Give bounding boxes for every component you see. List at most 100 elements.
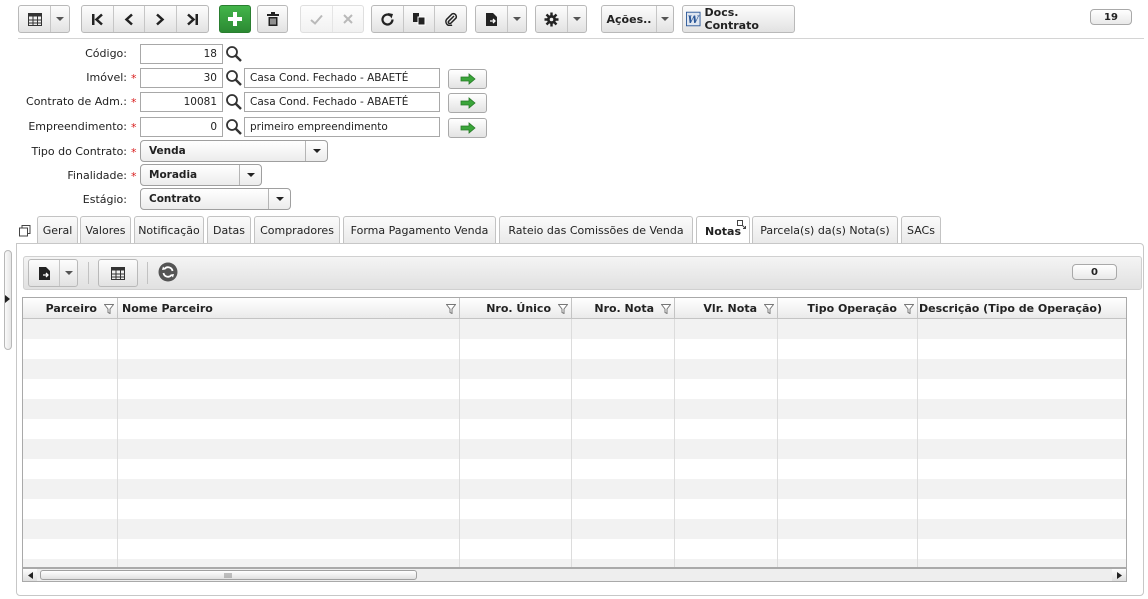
tab-sacs[interactable]: SACs xyxy=(901,216,941,244)
column-header-descricao-tipo-operacao[interactable]: Descrição (Tipo de Operação) xyxy=(918,298,1126,319)
filter-icon[interactable] xyxy=(555,303,571,314)
estagio-value: Contrato xyxy=(149,193,201,205)
finalidade-select[interactable]: Moradia xyxy=(140,164,262,186)
estagio-select[interactable]: Contrato xyxy=(140,188,291,210)
table-row xyxy=(23,399,1126,419)
tab-rateio-comissoes[interactable]: Rateio das Comissões de Venda xyxy=(499,216,693,244)
filter-icon[interactable] xyxy=(761,303,777,314)
table-row xyxy=(23,539,1126,559)
column-label: Vlr. Nota xyxy=(703,302,757,315)
copy-icon xyxy=(413,13,426,26)
imovel-field[interactable]: 30 xyxy=(140,68,223,88)
contrato-adm-field[interactable]: 10081 xyxy=(140,92,223,112)
report-dropdown[interactable] xyxy=(508,6,526,32)
imovel-open-button[interactable] xyxy=(448,69,487,89)
refresh-button[interactable] xyxy=(372,6,404,32)
expand-arrow-icon[interactable] xyxy=(5,295,10,303)
settings-button[interactable] xyxy=(536,6,569,32)
tipo-contrato-select[interactable]: Venda xyxy=(140,140,328,162)
search-icon[interactable] xyxy=(225,118,243,136)
empreendimento-description: primeiro empreendimento xyxy=(244,117,440,137)
actions-menu-button[interactable]: Ações.. xyxy=(601,5,674,33)
table-row xyxy=(23,319,1126,339)
scroll-right-button[interactable] xyxy=(1112,569,1126,581)
column-header-nome-parceiro[interactable]: Nome Parceiro xyxy=(118,298,460,319)
empreendimento-field[interactable]: 0 xyxy=(140,117,223,137)
actions-dropdown[interactable] xyxy=(657,6,673,32)
imovel-required-mark: * xyxy=(131,72,137,85)
filter-icon[interactable] xyxy=(901,303,917,314)
popout-icon[interactable] xyxy=(737,220,746,229)
tab-geral[interactable]: Geral xyxy=(37,216,78,244)
delete-button[interactable] xyxy=(257,5,288,33)
actions-button[interactable]: Ações.. xyxy=(602,6,657,32)
scroll-thumb[interactable] xyxy=(40,570,417,580)
tab-label: Valores xyxy=(85,224,126,237)
actions-label: Ações.. xyxy=(606,12,652,26)
next-record-button[interactable] xyxy=(145,6,177,32)
cancel-button[interactable] xyxy=(333,6,364,32)
tab-datas[interactable]: Datas xyxy=(207,216,251,244)
horizontal-scrollbar[interactable] xyxy=(22,568,1127,582)
tab-compradores[interactable]: Compradores xyxy=(254,216,340,244)
first-record-button[interactable] xyxy=(82,6,114,32)
add-button[interactable] xyxy=(219,5,251,33)
tipo-contrato-dropdown[interactable] xyxy=(305,141,327,161)
attach-button[interactable] xyxy=(435,6,466,32)
column-header-parceiro[interactable]: Parceiro xyxy=(23,298,118,319)
tab-parcelas-notas[interactable]: Parcela(s) da(s) Nota(s) xyxy=(752,216,898,244)
column-header-nro-nota[interactable]: Nro. Nota xyxy=(572,298,675,319)
duplicate-button[interactable] xyxy=(404,6,436,32)
grip-icon xyxy=(224,572,232,578)
grid-report-dropdown[interactable] xyxy=(60,260,77,286)
estagio-dropdown[interactable] xyxy=(268,189,290,209)
codigo-field[interactable]: 18 xyxy=(140,44,223,64)
arrow-right-icon xyxy=(460,97,476,109)
settings-split-button[interactable] xyxy=(535,5,587,33)
empreendimento-open-button[interactable] xyxy=(448,118,487,138)
last-record-button[interactable] xyxy=(177,6,208,32)
chevron-down-icon xyxy=(56,17,65,21)
tab-notas[interactable]: Notas xyxy=(696,216,750,245)
column-header-nro-unico[interactable]: Nro. Único xyxy=(460,298,572,319)
navigation-group xyxy=(81,5,209,33)
chevron-left-icon xyxy=(124,13,133,25)
grid-toolbar xyxy=(23,256,1142,290)
column-label: Parceiro xyxy=(45,302,97,315)
settings-dropdown[interactable] xyxy=(568,6,586,32)
tipo-contrato-label: Tipo do Contrato: xyxy=(31,145,127,158)
table-row xyxy=(23,339,1126,359)
grid-report-button[interactable] xyxy=(29,260,60,286)
detach-icon[interactable] xyxy=(19,225,31,237)
search-icon[interactable] xyxy=(225,93,243,111)
save-button[interactable] xyxy=(301,6,333,32)
tab-valores[interactable]: Valores xyxy=(80,216,131,244)
column-header-vlr-nota[interactable]: Vlr. Nota xyxy=(675,298,778,319)
finalidade-dropdown[interactable] xyxy=(239,165,261,185)
grid-layout-button[interactable] xyxy=(98,259,138,287)
tab-label: Notificação xyxy=(138,224,200,237)
contrato-adm-open-button[interactable] xyxy=(448,93,487,113)
arrow-right-icon xyxy=(460,122,476,134)
grid-report-split-button[interactable] xyxy=(28,259,78,287)
filter-icon[interactable] xyxy=(443,303,459,314)
tab-notificacao[interactable]: Notificação xyxy=(134,216,204,244)
chevron-down-icon xyxy=(513,17,522,21)
search-icon[interactable] xyxy=(225,45,243,63)
grid-toolbar-separator xyxy=(147,262,148,284)
previous-record-button[interactable] xyxy=(114,6,145,32)
tab-forma-pagamento-venda[interactable]: Forma Pagamento Venda xyxy=(343,216,496,244)
chevron-down-icon xyxy=(661,17,669,21)
column-header-tipo-operacao[interactable]: Tipo Operação xyxy=(778,298,918,319)
scroll-left-button[interactable] xyxy=(23,569,37,581)
search-icon[interactable] xyxy=(225,69,243,87)
grid-view-split-button[interactable] xyxy=(18,5,70,33)
sync-icon[interactable] xyxy=(158,262,178,282)
docs-contract-button[interactable]: W Docs. Contrato xyxy=(682,5,795,33)
grid-view-dropdown[interactable] xyxy=(51,6,69,32)
report-button[interactable] xyxy=(476,6,509,32)
report-split-button[interactable] xyxy=(475,5,527,33)
filter-icon[interactable] xyxy=(658,303,674,314)
filter-icon[interactable] xyxy=(101,303,117,314)
grid-view-button[interactable] xyxy=(19,6,52,32)
